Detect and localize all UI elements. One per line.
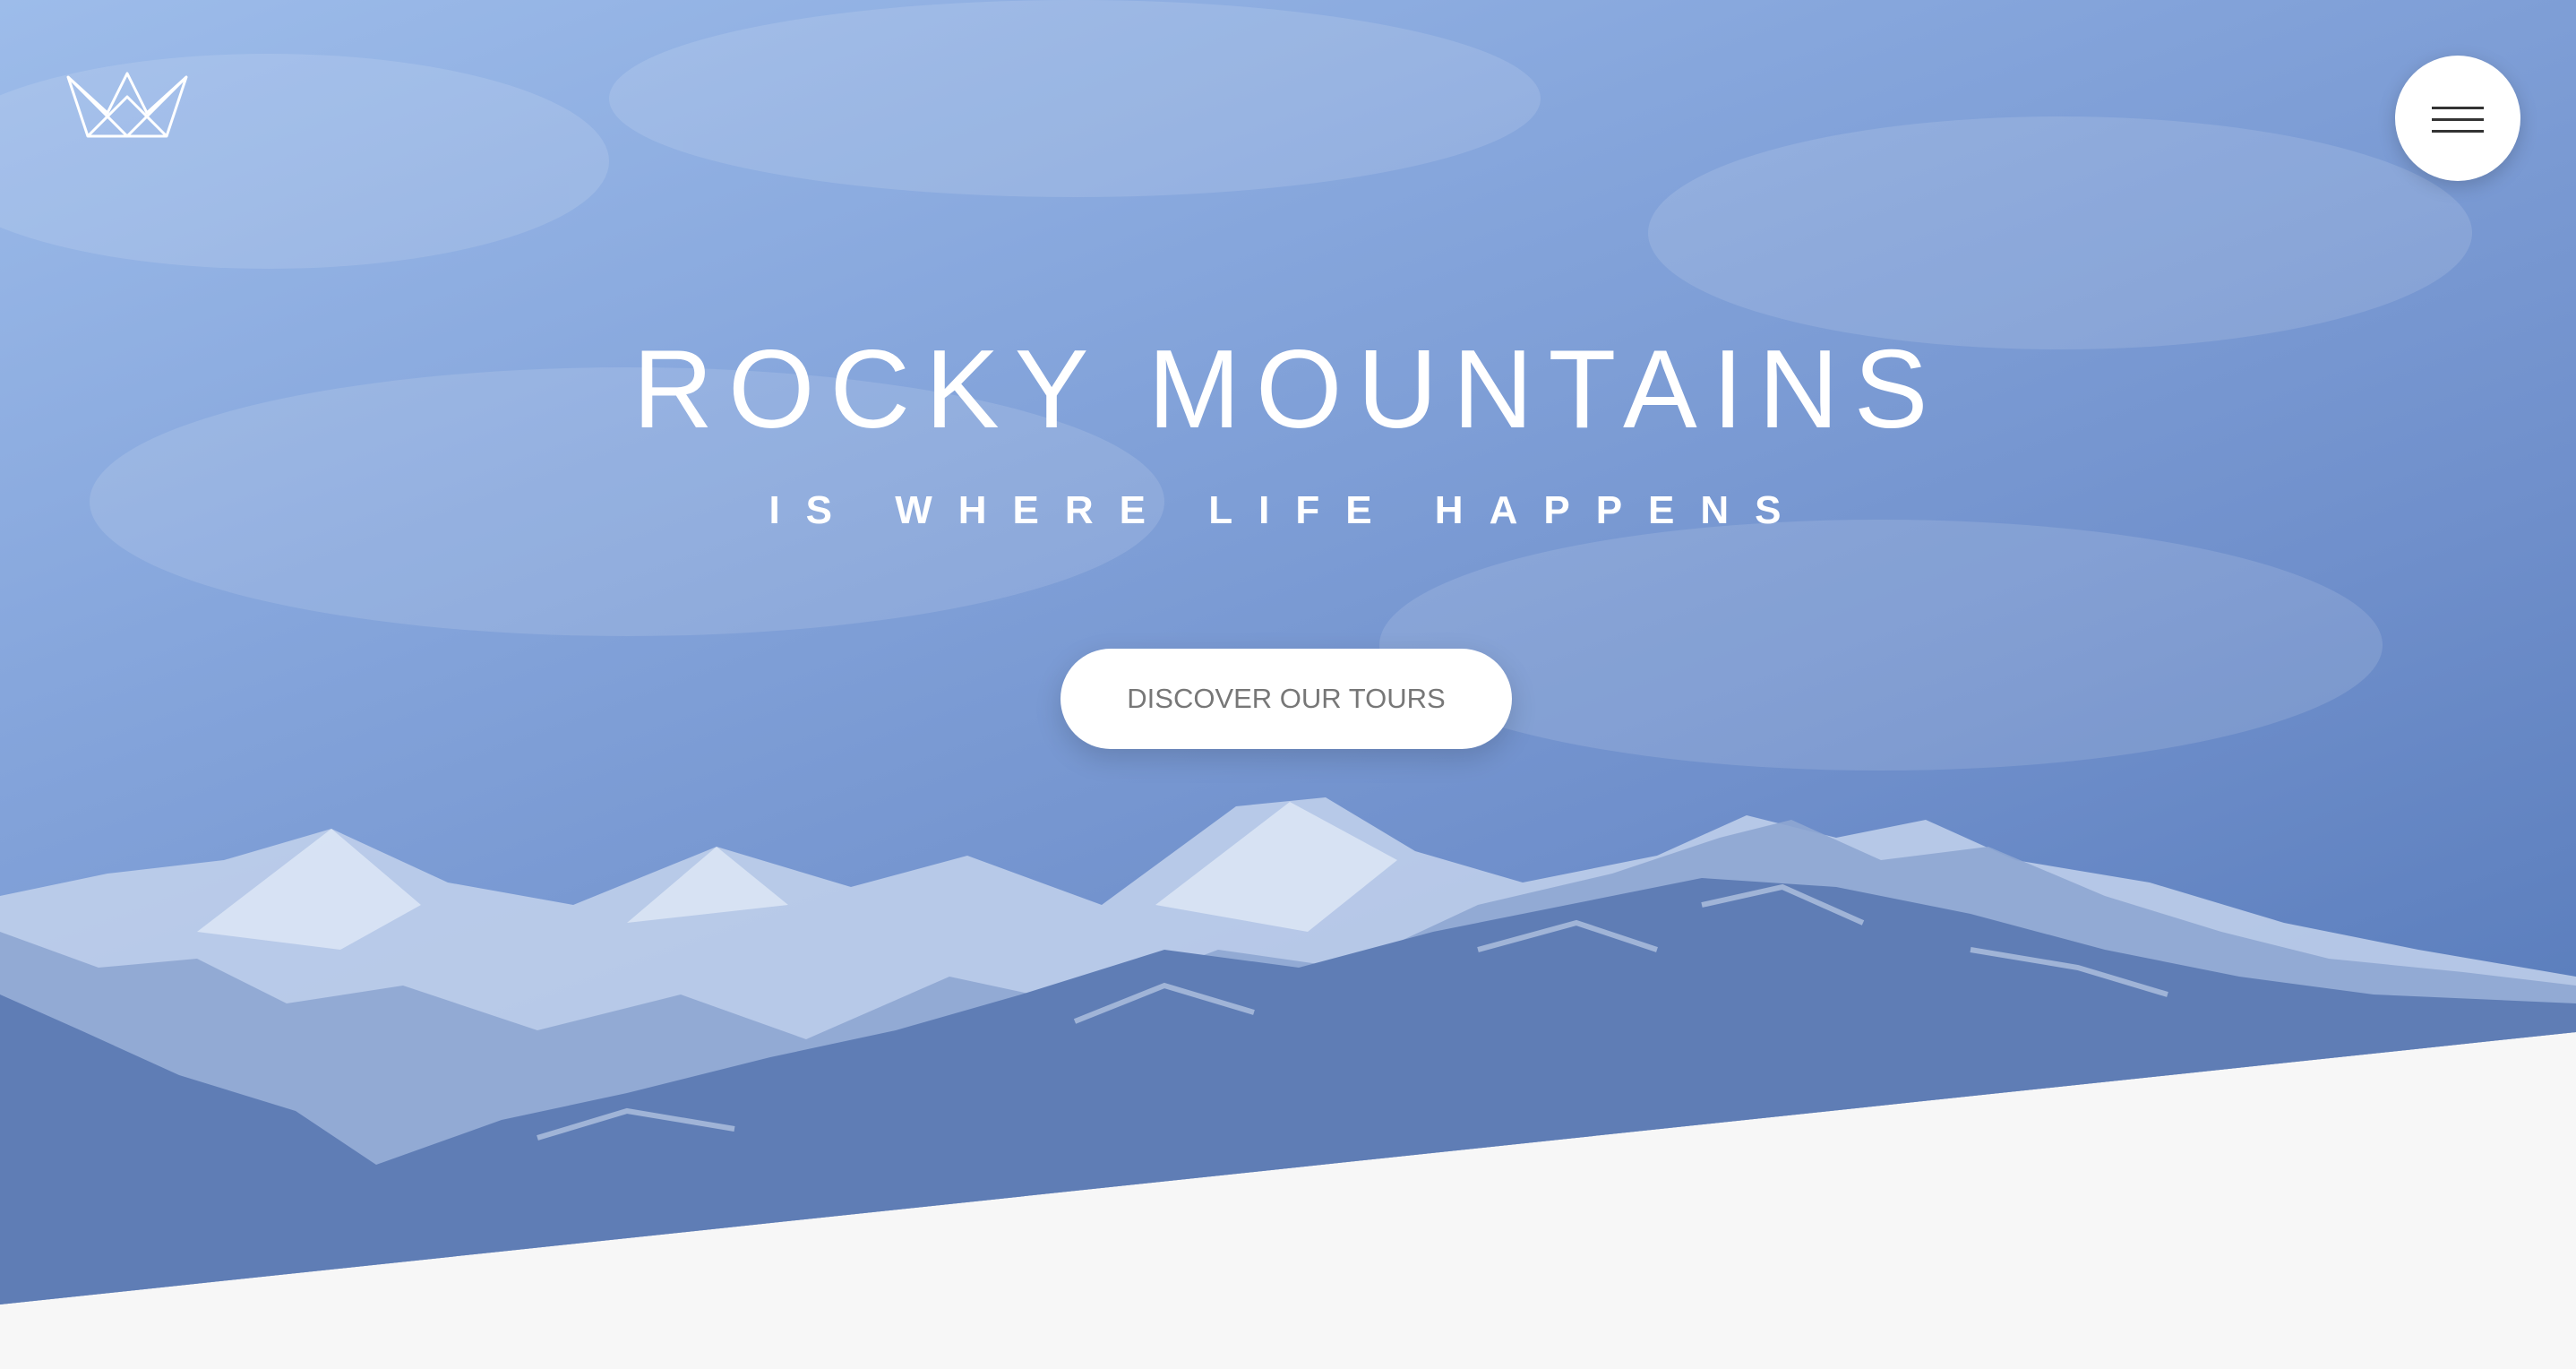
hamburger-line [2432,118,2484,121]
landing-page: ROCKY MOUNTAINS IS WHERE LIFE HAPPENS DI… [0,0,2576,1369]
menu-button[interactable] [2395,56,2520,181]
crown-icon[interactable] [64,70,190,142]
hamburger-menu-icon [2432,107,2484,109]
hamburger-line [2432,130,2484,133]
hero-title: ROCKY MOUNTAINS [632,328,1944,452]
hero-subtitle: IS WHERE LIFE HAPPENS [769,488,1807,532]
discover-tours-button[interactable]: DISCOVER OUR TOURS [1060,649,1512,749]
